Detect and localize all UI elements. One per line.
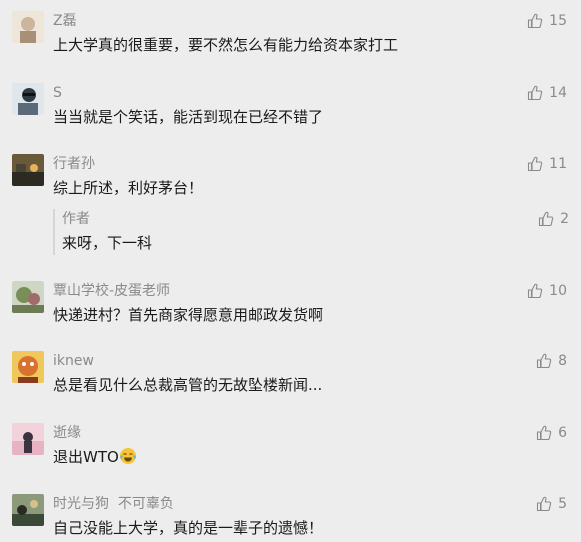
reply-text: 来呀，下一科 bbox=[62, 234, 153, 252]
comment-nickname[interactable]: S bbox=[53, 83, 62, 103]
like-count: 2 bbox=[560, 211, 569, 227]
comment-text: 当当就是个笑话，能活到现在已经不错了 bbox=[53, 108, 324, 126]
thumbs-up-icon bbox=[538, 211, 554, 227]
comment-nickname[interactable]: 时光与狗 不可辜负 bbox=[53, 494, 174, 514]
like-button[interactable]: 6 bbox=[536, 423, 567, 443]
comment-nickname[interactable]: Z磊 bbox=[53, 11, 77, 31]
avatar[interactable] bbox=[12, 154, 44, 186]
like-button[interactable]: 14 bbox=[527, 83, 567, 103]
like-button[interactable]: 10 bbox=[527, 281, 567, 301]
comment-nickname[interactable]: 覃山学校-皮蛋老师 bbox=[53, 281, 170, 301]
author-reply: 作者 来呀，下一科 2 bbox=[53, 209, 569, 255]
like-button[interactable]: 15 bbox=[527, 11, 567, 31]
like-count: 15 bbox=[549, 13, 567, 29]
like-count: 8 bbox=[558, 353, 567, 369]
comment-list: Z磊 上大学真的很重要，要不然怎么有能力给资本家打工 15 S 当当就是个笑话，… bbox=[0, 0, 581, 542]
comment-text: 综上所述，利好茅台！ bbox=[53, 179, 204, 197]
comment-text: 上大学真的很重要，要不然怎么有能力给资本家打工 bbox=[53, 36, 399, 54]
like-count: 6 bbox=[558, 425, 567, 441]
thumbs-up-icon bbox=[536, 353, 552, 369]
like-count: 10 bbox=[549, 283, 567, 299]
like-button[interactable]: 8 bbox=[536, 351, 567, 371]
thumbs-up-icon bbox=[527, 13, 543, 29]
avatar[interactable] bbox=[12, 281, 44, 313]
avatar[interactable] bbox=[12, 11, 44, 43]
comment-nickname[interactable]: iknew bbox=[53, 351, 94, 371]
like-count: 11 bbox=[549, 156, 567, 172]
thumbs-up-icon bbox=[527, 283, 543, 299]
comment-nickname[interactable]: 逝缘 bbox=[53, 423, 81, 443]
reply-nickname: 作者 bbox=[62, 211, 90, 227]
thumbs-up-icon bbox=[536, 496, 552, 512]
comment-text: 总是看见什么总裁高管的无故坠楼新闻... bbox=[53, 376, 323, 394]
avatar[interactable] bbox=[12, 83, 44, 115]
laughing-tears-emoji-icon bbox=[119, 447, 137, 465]
comment-text-content: 退出WTO bbox=[53, 448, 119, 466]
avatar[interactable] bbox=[12, 494, 44, 526]
thumbs-up-icon bbox=[536, 425, 552, 441]
thumbs-up-icon bbox=[527, 156, 543, 172]
like-button[interactable]: 11 bbox=[527, 154, 567, 174]
avatar[interactable] bbox=[12, 351, 44, 383]
like-count: 5 bbox=[558, 496, 567, 512]
thumbs-up-icon bbox=[527, 85, 543, 101]
like-button[interactable]: 2 bbox=[538, 209, 569, 229]
comment-text: 自己没能上大学，真的是一辈子的遗憾！ bbox=[53, 519, 324, 537]
like-count: 14 bbox=[549, 85, 567, 101]
avatar[interactable] bbox=[12, 423, 44, 455]
comment-text: 退出WTO bbox=[53, 446, 137, 468]
comment-text: 快递进村？首先商家得愿意用邮政发货啊 bbox=[53, 306, 324, 324]
like-button[interactable]: 5 bbox=[536, 494, 567, 514]
comment-nickname[interactable]: 行者孙 bbox=[53, 154, 95, 174]
